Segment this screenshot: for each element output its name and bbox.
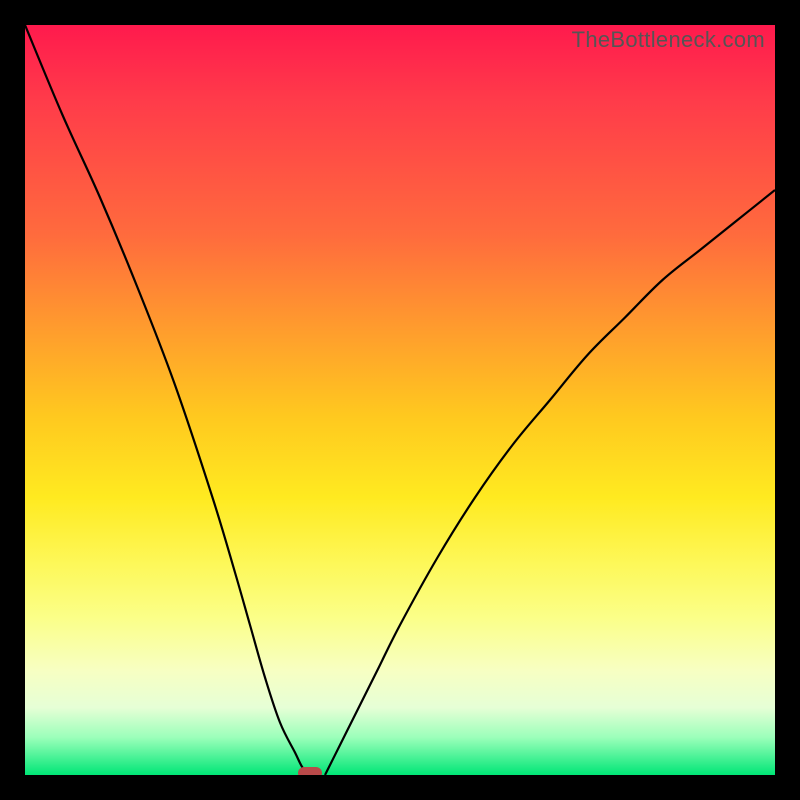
curve-left-path [25,25,310,775]
curve-right-path [325,190,775,775]
bottleneck-curve [25,25,775,775]
bottleneck-marker [298,767,322,775]
chart-frame: TheBottleneck.com [0,0,800,800]
plot-area: TheBottleneck.com [25,25,775,775]
